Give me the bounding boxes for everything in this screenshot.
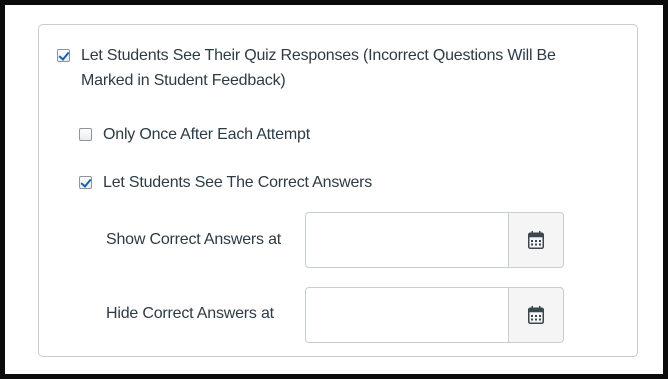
see-correct-checkbox[interactable] (79, 176, 92, 189)
see-correct-label: Let Students See The Correct Answers (103, 174, 373, 191)
only-once-checkbox[interactable] (79, 128, 92, 141)
hide-correct-at-calendar-button[interactable] (509, 287, 564, 343)
calendar-icon (528, 231, 544, 249)
show-correct-at-calendar-button[interactable] (509, 212, 564, 268)
quiz-options-panel: Let Students See Their Quiz Responses (I… (38, 24, 638, 357)
show-correct-at-label: Show Correct Answers at (106, 231, 282, 248)
only-once-option[interactable]: Only Once After Each Attempt (79, 122, 310, 147)
see-responses-label: Let Students See Their Quiz Responses (I… (81, 47, 556, 89)
show-correct-at-input[interactable] (305, 212, 509, 268)
calendar-icon (528, 306, 544, 324)
screenshot-frame: Let Students See Their Quiz Responses (I… (0, 0, 668, 379)
hide-correct-at-label: Hide Correct Answers at (106, 305, 274, 322)
see-responses-option[interactable]: Let Students See Their Quiz Responses (I… (57, 43, 556, 93)
see-responses-checkbox[interactable] (57, 49, 70, 62)
only-once-label: Only Once After Each Attempt (103, 126, 310, 143)
hide-correct-at-input[interactable] (305, 287, 509, 343)
see-correct-option[interactable]: Let Students See The Correct Answers (79, 170, 372, 195)
